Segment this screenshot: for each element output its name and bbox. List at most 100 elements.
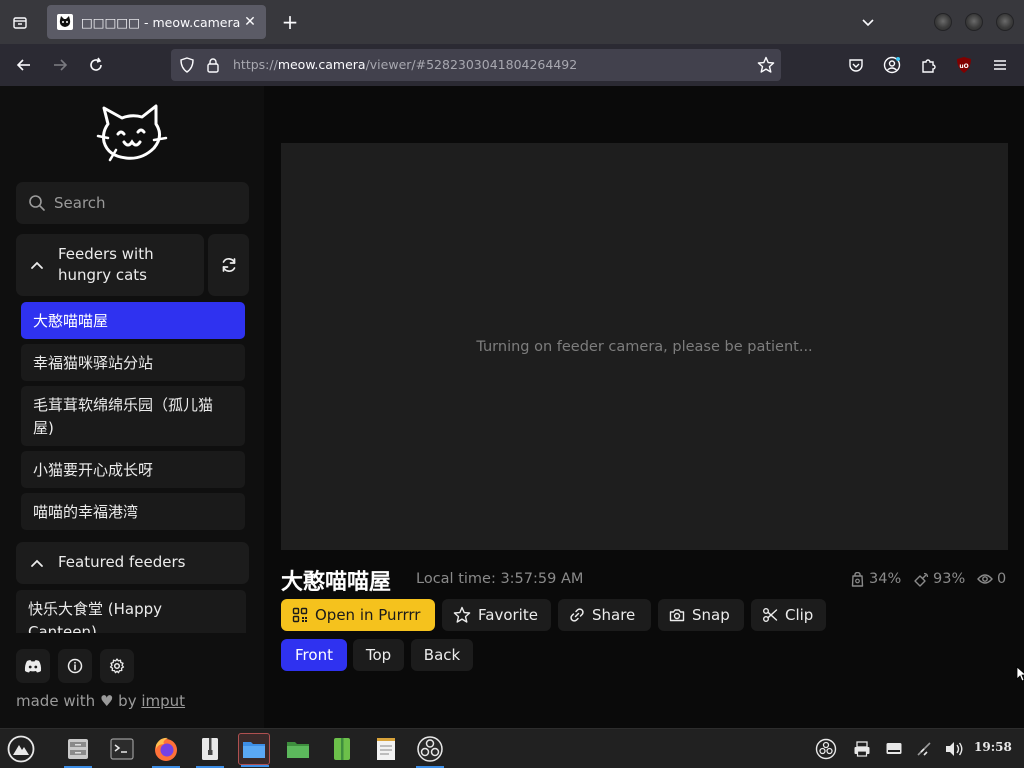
camera-viewer[interactable]: Turning on feeder camera, please be pati… [281,143,1008,550]
files-folder-active-icon[interactable] [238,733,270,767]
window-minimize-button[interactable] [934,13,952,31]
extensions-puzzle-icon[interactable] [918,55,938,75]
svg-text:uO: uO [959,63,968,70]
tab-title: □□□□□ - meow.camera [81,14,241,30]
display-icon[interactable] [882,737,906,761]
group-label: Featured feeders [58,553,186,571]
share-label: Share [592,606,636,624]
url-bar[interactable]: https://meow.camera/viewer/#528230304180… [171,49,781,81]
meow-camera-favicon-icon [57,14,73,30]
group-label: Feeders with hungry cats [58,245,154,284]
made-with-text: made with [16,692,96,710]
pocket-icon[interactable] [846,55,866,75]
firefox-icon[interactable] [150,733,182,768]
refresh-button[interactable] [208,234,249,296]
bookmark-star-icon[interactable] [757,56,775,74]
snap-label: Snap [692,606,730,624]
mouse-cursor-icon [1016,666,1024,682]
system-clock[interactable]: 19:58 [974,740,1012,754]
back-arrow-icon[interactable] [12,53,36,77]
taskbar-indicator [241,765,269,767]
author-link[interactable]: imput [141,692,185,710]
group-header-featured[interactable]: Featured feeders [16,542,249,584]
camera-icon [669,609,685,622]
food-level-stat: 34% [850,571,901,587]
heart-icon: ♥ [99,692,114,710]
os-taskbar: 19:58 [0,728,1024,768]
printer-icon[interactable] [850,737,874,761]
qr-code-icon [292,607,308,623]
info-icon [67,658,83,674]
refresh-icon [222,258,235,272]
star-icon [453,606,471,623]
feeder-item-active[interactable]: 大憨喵喵屋 [21,302,245,339]
open-in-purrrr-button[interactable]: Open in Purrrr [281,599,435,631]
share-button[interactable]: Share [558,599,651,631]
meow-camera-page: Feeders with hungry cats 大憨喵喵屋 幸福猫咪驿站分站 … [0,86,1024,728]
view-top-button[interactable]: Top [353,639,404,671]
clip-label: Clip [785,606,814,624]
group-header-hungry-cats[interactable]: Feeders with hungry cats [16,234,204,296]
search-input[interactable] [54,182,244,224]
tab-list-icon[interactable] [8,10,32,34]
archive-manager-icon[interactable] [194,733,226,768]
file-manager-drawer-icon[interactable] [62,733,94,768]
forward-arrow-icon[interactable] [48,53,72,77]
browser-nav-bar: https://meow.camera/viewer/#528230304180… [0,44,1024,86]
view-front-button[interactable]: Front [281,639,347,671]
settings-button[interactable] [100,649,134,683]
close-tab-icon[interactable]: ✕ [242,14,258,30]
obs-studio-icon[interactable] [414,733,446,768]
gear-icon [109,658,125,674]
made-with-credit: made with ♥ by imput [16,692,185,710]
feeder-item[interactable]: 小猫要开心成长呀 [21,451,245,488]
account-icon[interactable] [882,55,902,75]
window-close-button[interactable] [996,13,1014,31]
network-disconnected-icon[interactable] [912,737,936,761]
chevron-down-icon[interactable] [856,10,880,34]
feeder-item[interactable]: 毛茸茸软绵绵乐园（孤儿猫屋) [21,386,245,446]
meow-camera-logo-icon[interactable] [96,102,168,166]
viewers-count: 0 [997,571,1007,587]
search-box[interactable] [16,182,249,224]
view-back-button[interactable]: Back [411,639,473,671]
url-host: meow.camera [277,57,366,72]
favorite-button[interactable]: Favorite [442,599,551,631]
feeder-item[interactable]: 幸福猫咪驿站分站 [21,344,245,381]
link-icon [570,608,584,622]
text-editor-green-icon[interactable] [326,733,358,765]
eye-icon [977,574,993,584]
hamburger-menu-icon[interactable] [990,55,1010,75]
by-text: by [118,692,137,710]
feeder-item[interactable]: 喵喵的幸福港湾 [21,493,245,530]
notepad-icon[interactable] [370,733,402,765]
obs-tray-icon[interactable] [814,737,838,761]
camera-title: 大憨喵喵屋 [281,570,392,595]
volume-icon[interactable] [942,737,966,761]
discord-button[interactable] [16,649,50,683]
reload-icon[interactable] [84,53,108,77]
folder-green-icon[interactable] [282,733,314,765]
new-tab-icon[interactable]: + [278,10,302,34]
ublock-origin-icon[interactable]: uO [954,55,974,75]
snap-button[interactable]: Snap [658,599,744,631]
browser-tab-active[interactable]: □□□□□ - meow.camera ✕ [47,5,266,39]
satellite-icon [914,572,929,587]
viewers-stat: 0 [977,571,1006,587]
viewer-status-message: Turning on feeder camera, please be pati… [476,338,813,355]
sidebar: Feeders with hungry cats 大憨喵喵屋 幸福猫咪驿站分站 … [0,86,264,728]
window-maximize-button[interactable] [965,13,983,31]
url-text: https://meow.camera/viewer/#528230304180… [233,57,577,72]
start-menu-icon[interactable] [5,733,37,765]
tracking-shield-icon[interactable] [179,57,195,73]
terminal-icon[interactable] [106,733,138,765]
lock-icon[interactable] [205,57,221,73]
info-button[interactable] [58,649,92,683]
chevron-up-icon [31,559,43,567]
search-icon [29,195,45,211]
url-path: /viewer/#5282303041804264492 [365,57,578,72]
feeder-item[interactable]: 快乐大食堂 (Happy Canteen) [16,590,246,633]
featured-feeders-section: Featured feeders 快乐大食堂 (Happy Canteen) [16,542,249,633]
battery-level-value: 93% [933,571,966,587]
clip-button[interactable]: Clip [751,599,826,631]
